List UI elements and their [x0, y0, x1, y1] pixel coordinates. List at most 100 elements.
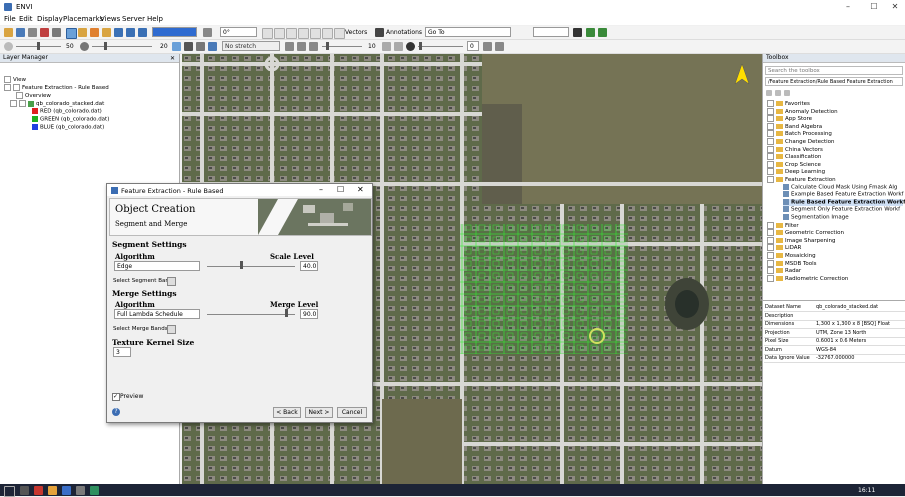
rotate-icon[interactable] [102, 28, 111, 37]
minimize-button[interactable]: – [838, 1, 858, 13]
layer-item-feature-extraction[interactable]: Feature Extraction - Rule Based [4, 84, 109, 92]
scale-level-slider[interactable] [207, 266, 295, 267]
sharpen-thumb[interactable] [326, 42, 329, 50]
expand-icon[interactable] [4, 76, 11, 83]
band-item-green[interactable]: GREEN (qb_colorado.dat) [32, 116, 109, 124]
menu-help[interactable]: Help [147, 15, 163, 23]
transparency-thumb[interactable] [419, 42, 422, 50]
layer-manager-close-icon[interactable]: ✕ [170, 55, 175, 62]
dialog-minimize-button[interactable]: – [319, 185, 323, 194]
preview-checkbox[interactable]: ✓ [112, 393, 120, 401]
rotate-left-icon[interactable] [203, 28, 212, 37]
grid-icon[interactable] [262, 28, 273, 39]
zoom-in-icon[interactable] [126, 28, 135, 37]
zoom-combo[interactable] [152, 27, 197, 37]
menu-edit[interactable]: Edit [19, 15, 33, 23]
checkbox-icon[interactable] [19, 100, 26, 107]
zoom-icon[interactable] [114, 28, 123, 37]
annotation-text-icon[interactable] [375, 28, 384, 37]
sharpen-icon[interactable] [297, 42, 306, 51]
help-icon[interactable]: ? [112, 408, 120, 416]
menu-server[interactable]: Server [122, 15, 145, 23]
expand-icon[interactable] [767, 221, 774, 229]
color-table-icon[interactable] [196, 42, 205, 51]
vectors-tool-icon[interactable] [334, 28, 345, 39]
select-merge-bands-button[interactable] [167, 325, 176, 334]
expand-icon[interactable] [767, 115, 774, 123]
sharpen-tool-icon[interactable] [309, 42, 318, 51]
menu-views[interactable]: Views [100, 15, 120, 23]
toolbox-folder[interactable]: Radiometric Correction [767, 274, 848, 283]
vectors-dropdown[interactable]: Vectors [345, 29, 367, 36]
expand-icon[interactable] [767, 107, 774, 115]
stretch-icon[interactable] [172, 42, 181, 51]
save-icon[interactable] [16, 28, 25, 37]
back-button[interactable]: < Back [273, 407, 301, 418]
collapse-icon[interactable] [766, 90, 772, 96]
stretch-type-icon[interactable] [208, 42, 217, 51]
select-segment-bands-button[interactable] [167, 277, 176, 286]
expand-icon[interactable] [767, 130, 774, 138]
search-taskbar-icon[interactable] [20, 486, 29, 495]
cursor-icon[interactable] [52, 28, 61, 37]
merge-level-field[interactable]: 90.0 [300, 309, 318, 319]
measure-icon[interactable] [310, 28, 321, 39]
flicker-icon[interactable] [394, 42, 403, 51]
pixel-locator-icon[interactable] [286, 28, 297, 39]
menu-placemarks[interactable]: Placemarks [63, 15, 103, 23]
open-file-icon[interactable] [4, 28, 13, 37]
close-button[interactable]: ✕ [885, 1, 905, 13]
segment-algorithm-select[interactable]: Edge [114, 261, 200, 271]
start-icon[interactable] [4, 486, 15, 497]
expand-icon[interactable] [767, 229, 774, 237]
blend-icon[interactable] [495, 42, 504, 51]
rotation-combo[interactable]: 0° [220, 27, 257, 37]
swipe-icon[interactable] [406, 42, 415, 51]
app-taskbar-icon[interactable] [34, 486, 43, 495]
fly-icon[interactable] [90, 28, 99, 37]
toolbox-tool[interactable]: Example Based Feature Extraction Workf [783, 191, 903, 199]
toolbox-tool[interactable]: Segmentation Image [783, 214, 849, 222]
brightness-thumb[interactable] [37, 42, 40, 50]
toolbox-tool[interactable]: Calculate Cloud Mask Using Fmask Alg [783, 183, 897, 192]
annotations-dropdown[interactable]: Annotations [386, 29, 422, 36]
expand-icon[interactable] [767, 252, 774, 259]
dialog-close-button[interactable]: ✕ [357, 185, 364, 194]
merge-algorithm-select[interactable]: Full Lambda Schedule [114, 309, 200, 319]
data-manager-icon[interactable] [40, 28, 49, 37]
scale-level-field[interactable]: 40.0 [300, 261, 318, 271]
transparency-icon[interactable] [382, 42, 391, 51]
roi-icon[interactable] [322, 28, 333, 39]
reset-stretch-icon[interactable] [285, 42, 294, 51]
band-item-red[interactable]: RED (qb_colorado.dat) [32, 108, 102, 116]
envi-taskbar-icon[interactable] [76, 486, 85, 495]
stretch-combo[interactable]: No stretch [222, 41, 280, 51]
cursor-value-icon[interactable] [298, 28, 309, 39]
transparency-slider[interactable] [418, 46, 463, 47]
expand-icon[interactable] [767, 160, 774, 168]
band-item-blue[interactable]: BLUE (qb_colorado.dat) [32, 124, 104, 132]
crosshair-icon[interactable] [274, 28, 285, 39]
contrast-slider[interactable] [92, 46, 152, 47]
expand-icon[interactable] [767, 244, 774, 252]
expand-icon[interactable] [767, 274, 774, 282]
expand-icon[interactable] [10, 100, 17, 107]
portal-icon[interactable] [483, 42, 492, 51]
refresh-icon[interactable] [586, 28, 595, 37]
expand-icon[interactable] [767, 236, 774, 244]
toolbox-tool[interactable]: Segment Only Feature Extraction Workf [783, 206, 900, 214]
expand-icon[interactable] [767, 176, 774, 183]
explorer-taskbar-icon[interactable] [48, 486, 57, 495]
menu-display[interactable]: Display [37, 15, 63, 23]
expand-icon[interactable] [767, 138, 774, 145]
texture-kernel-field[interactable]: 3 [113, 347, 131, 357]
save-view-icon[interactable] [573, 28, 582, 37]
expand-icon[interactable] [767, 153, 774, 161]
pan-icon[interactable] [78, 28, 87, 37]
select-icon[interactable] [66, 28, 77, 39]
toolbox-tool[interactable]: Rule Based Feature Extraction Workfl [783, 198, 905, 207]
refresh-toolbox-icon[interactable] [784, 90, 790, 96]
checkbox-icon[interactable] [13, 84, 20, 91]
merge-level-thumb[interactable] [285, 309, 288, 317]
contrast-thumb[interactable] [104, 42, 107, 50]
